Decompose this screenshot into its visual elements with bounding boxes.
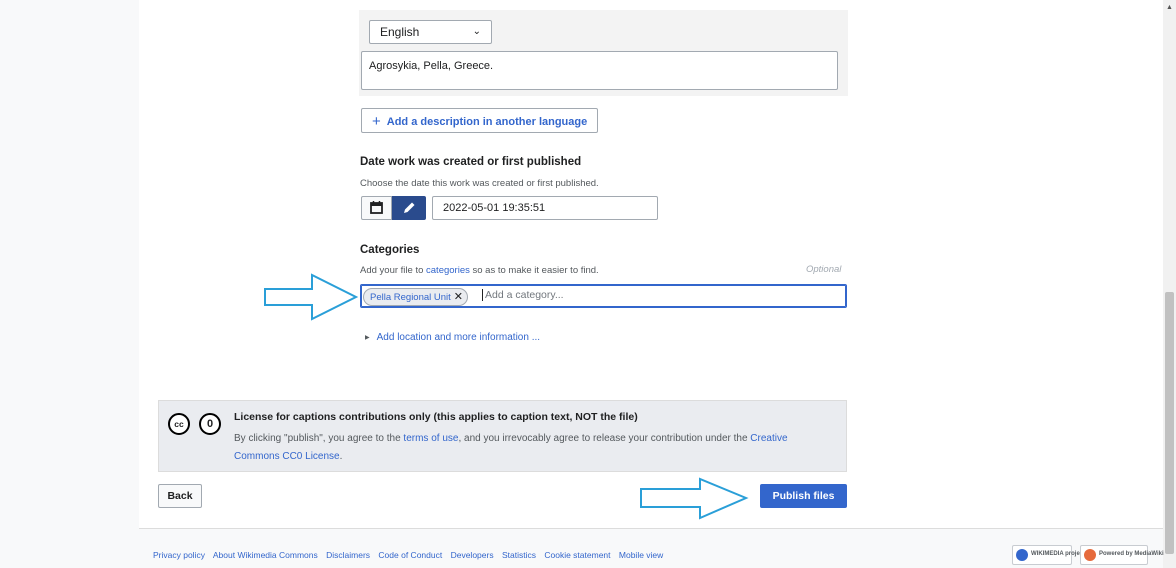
categories-link[interactable]: categories xyxy=(426,265,470,276)
optional-label: Optional xyxy=(806,264,842,275)
annotation-arrow-icon xyxy=(264,273,359,321)
footer-link[interactable]: Statistics xyxy=(502,550,536,560)
add-location-label: Add location and more information ... xyxy=(376,332,541,343)
creative-commons-link[interactable]: Creative xyxy=(750,433,787,444)
footer-link[interactable]: Mobile view xyxy=(619,550,663,560)
language-select[interactable]: English ⌄ xyxy=(369,20,492,44)
mediawiki-logo-icon xyxy=(1084,549,1096,561)
calendar-icon xyxy=(370,201,383,214)
pencil-icon xyxy=(404,202,415,213)
categories-help-text: Add your file to categories so as to mak… xyxy=(360,265,599,276)
plus-icon: + xyxy=(372,113,381,130)
license-body: By clicking "publish", you agree to the … xyxy=(234,430,834,466)
annotation-arrow-icon xyxy=(640,477,749,520)
date-input[interactable]: 2022-05-01 19:35:51 xyxy=(432,196,658,220)
scroll-up-arrow-icon[interactable]: ▲ xyxy=(1166,4,1173,11)
scroll-thumb[interactable] xyxy=(1165,292,1174,554)
page-scrollbar[interactable]: ▲ xyxy=(1163,0,1176,568)
creative-commons-icon: cc xyxy=(168,413,190,435)
terms-of-use-link[interactable]: terms of use xyxy=(403,433,458,444)
powered-by-mediawiki-badge[interactable]: Powered by MediaWiki xyxy=(1080,545,1164,565)
expand-triangle-icon: ▶ xyxy=(365,335,370,341)
footer-link[interactable]: Code of Conduct xyxy=(378,550,442,560)
add-location-toggle[interactable]: ▶ Add location and more information ... xyxy=(365,332,540,343)
remove-chip-icon[interactable]: ✕ xyxy=(454,291,463,303)
publish-files-button[interactable]: Publish files xyxy=(760,484,847,508)
footer-link[interactable]: Disclaimers xyxy=(326,550,370,560)
cc0-license-link[interactable]: Commons CC0 License xyxy=(234,451,340,462)
categories-help-suffix: so as to make it easier to find. xyxy=(469,265,599,276)
category-chip-label: Pella Regional Unit xyxy=(370,292,451,303)
footer-links: Privacy policy About Wikimedia Commons D… xyxy=(153,550,669,560)
mediawiki-badge-text: Powered by MediaWiki xyxy=(1099,551,1164,557)
add-description-language-button[interactable]: + Add a description in another language xyxy=(361,108,598,133)
footer-link[interactable]: About Wikimedia Commons xyxy=(213,550,318,560)
add-description-label: Add a description in another language xyxy=(386,116,588,128)
categories-section-title: Categories xyxy=(360,244,420,256)
category-input[interactable]: Add a category... xyxy=(482,289,564,301)
date-section-title: Date work was created or first published xyxy=(360,156,582,168)
license-body-text-3: . xyxy=(339,451,343,462)
cc-zero-icon: 0 xyxy=(199,413,221,435)
footer-link[interactable]: Developers xyxy=(451,550,494,560)
license-body-text-1: By clicking "publish", you agree to the xyxy=(234,433,404,444)
footer-link[interactable]: Privacy policy xyxy=(153,550,205,560)
chevron-down-icon: ⌄ xyxy=(472,26,481,37)
date-help-text: Choose the date this work was created or… xyxy=(360,178,599,189)
description-textarea[interactable]: Agrosykia, Pella, Greece. xyxy=(361,51,838,90)
footer-link[interactable]: Cookie statement xyxy=(544,550,610,560)
wikimedia-badge-text: WIKIMEDIA project xyxy=(1031,551,1086,557)
language-select-value: English xyxy=(380,25,420,39)
back-button[interactable]: Back xyxy=(158,484,202,508)
edit-date-button[interactable] xyxy=(392,196,426,220)
wikimedia-project-badge[interactable]: WIKIMEDIA project xyxy=(1012,545,1085,565)
categories-help-prefix: Add your file to xyxy=(360,265,427,276)
category-chip[interactable]: Pella Regional Unit ✕ xyxy=(363,288,469,306)
license-title: License for captions contributions only … xyxy=(234,411,638,423)
license-body-text-2: , and you irrevocably agree to release y… xyxy=(458,433,751,444)
wikimedia-logo-icon xyxy=(1016,549,1028,561)
calendar-button[interactable] xyxy=(361,196,392,220)
